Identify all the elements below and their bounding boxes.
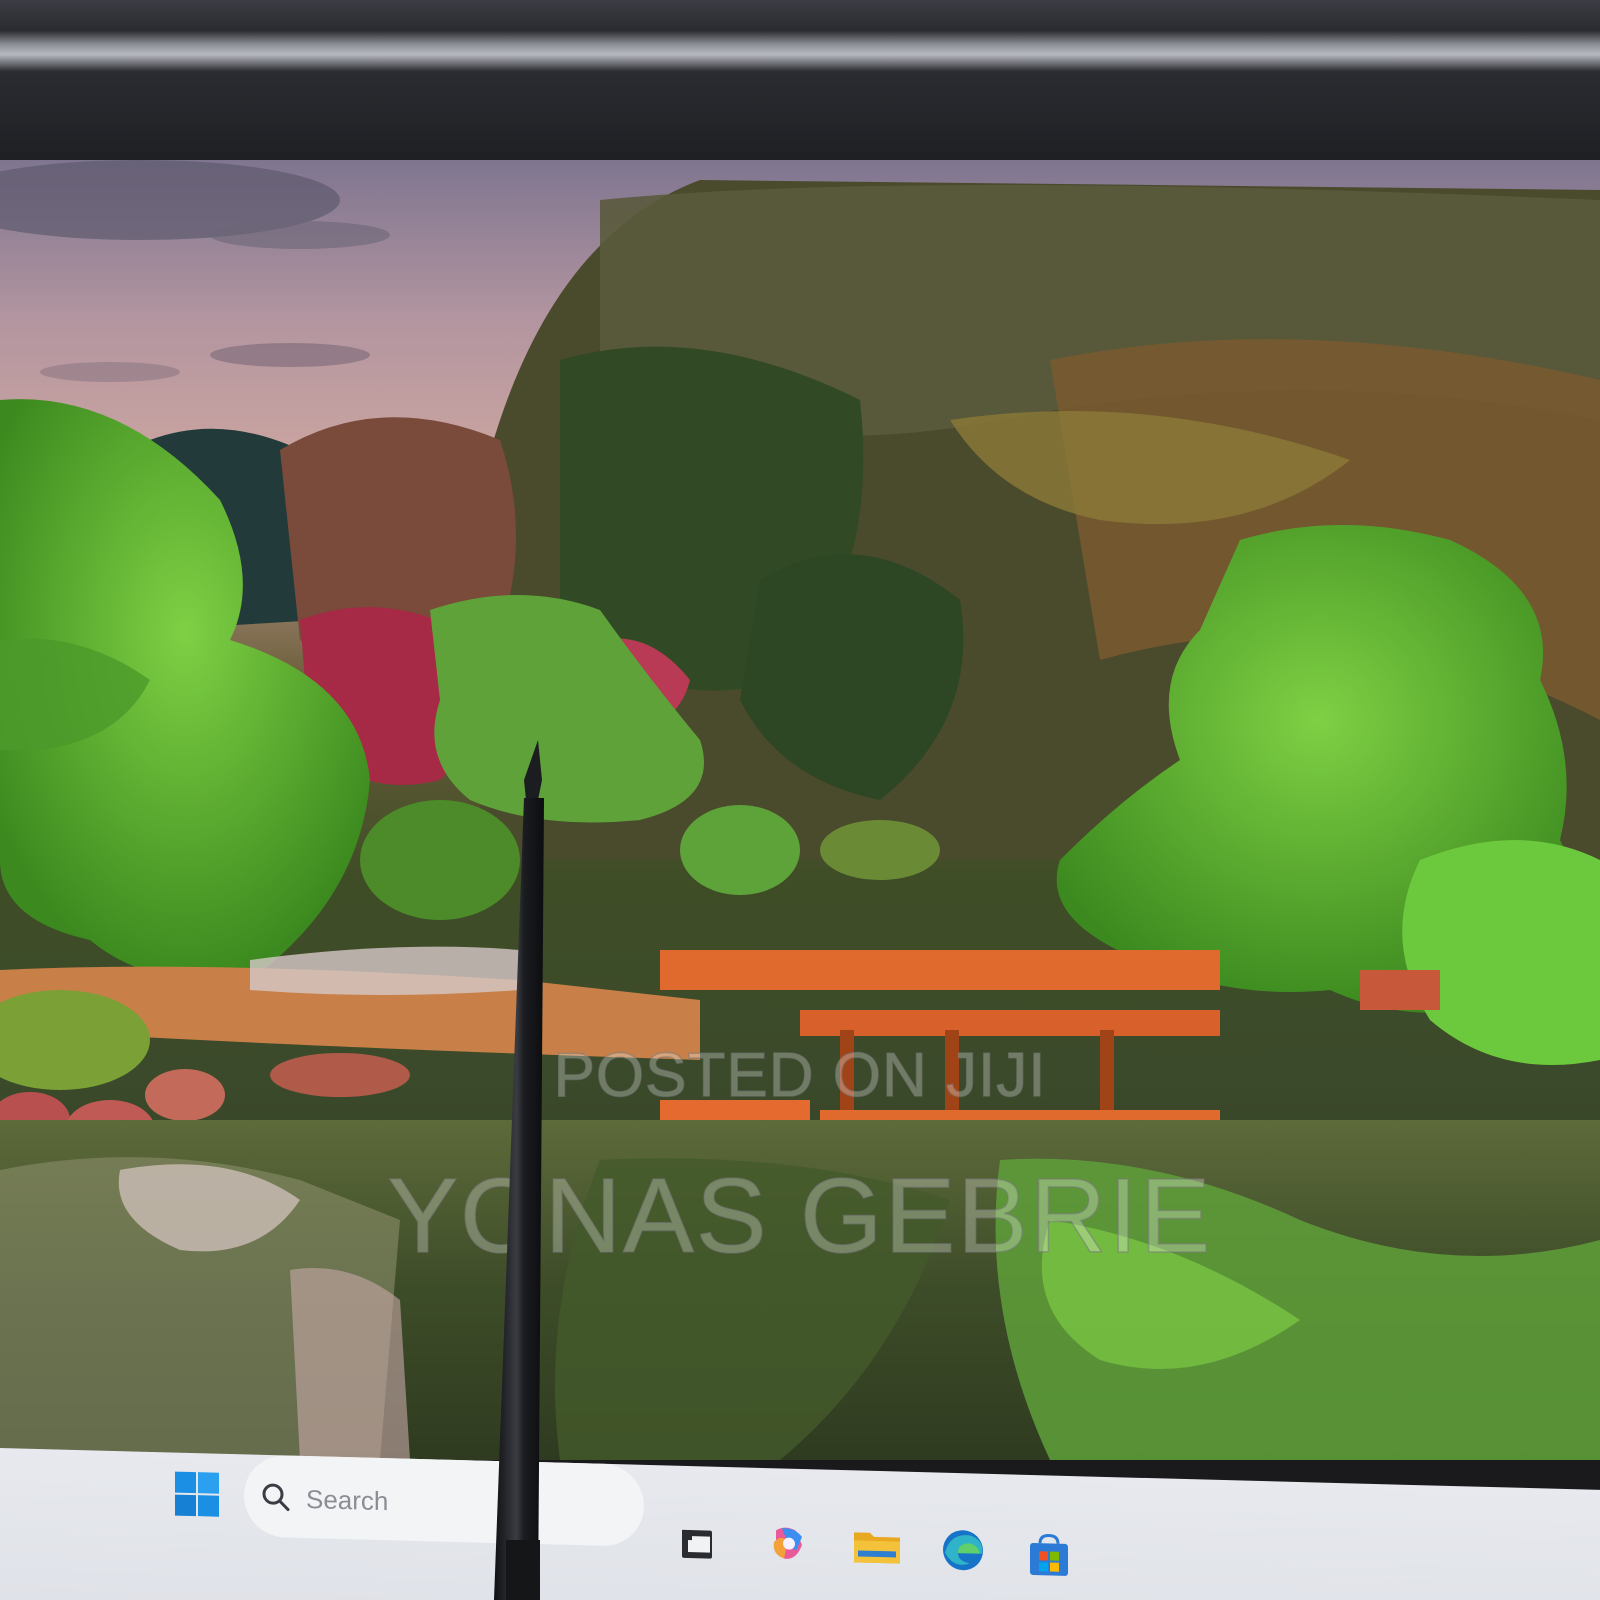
edge-button[interactable] <box>940 1527 986 1574</box>
file-explorer-button[interactable] <box>852 1522 900 1569</box>
windows-logo-icon <box>175 1471 219 1517</box>
desktop-wallpaper <box>0 160 1600 1460</box>
task-view-button[interactable] <box>676 1522 722 1569</box>
start-button[interactable] <box>174 1471 220 1518</box>
copilot-button[interactable] <box>766 1520 812 1567</box>
monitor-bezel <box>0 0 1600 170</box>
file-explorer-icon <box>854 1532 900 1564</box>
microsoft-store-button[interactable] <box>1026 1533 1072 1580</box>
stylus-pen <box>494 740 544 1600</box>
search-icon <box>262 1483 290 1512</box>
microsoft-store-icon <box>1030 1533 1068 1576</box>
edge-icon <box>943 1530 983 1571</box>
copilot-icon <box>773 1527 802 1559</box>
taskbar-search-box[interactable]: Search <box>244 1454 644 1547</box>
desktop-screen: POSTED ON JIJI YONAS GEBRIE Search <box>0 160 1600 1600</box>
search-placeholder: Search <box>306 1484 389 1517</box>
taskbar: Search <box>0 1448 1600 1600</box>
task-view-icon <box>682 1529 712 1559</box>
